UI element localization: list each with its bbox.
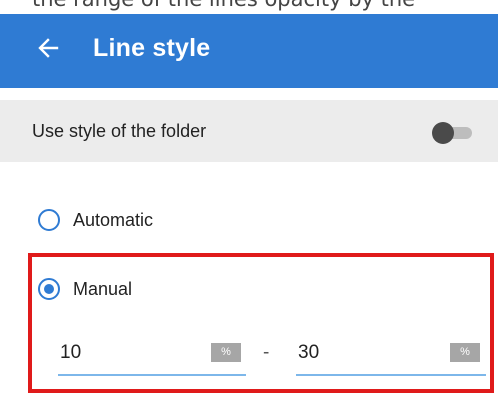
spacer — [0, 88, 498, 100]
cropped-instruction-text: the range of the lines opacity by the — [0, 0, 498, 14]
min-opacity-value: 10 — [60, 342, 82, 363]
radio-automatic-button[interactable] — [38, 209, 60, 231]
use-folder-style-label: Use style of the folder — [32, 121, 207, 141]
cropped-instruction-line: the range of the lines opacity by the — [32, 0, 415, 11]
radio-automatic-label: Automatic — [73, 209, 154, 230]
toggle-thumb — [432, 122, 454, 144]
min-opacity-field[interactable]: 10 % — [58, 340, 246, 380]
app-bar: Line style — [0, 14, 498, 88]
use-folder-style-row[interactable]: Use style of the folder — [0, 100, 498, 162]
back-button[interactable] — [32, 32, 64, 64]
arrow-left-icon — [38, 38, 59, 58]
min-percent-badge: % — [211, 343, 241, 362]
radio-automatic[interactable]: Automatic — [38, 209, 153, 231]
range-separator: - — [263, 342, 270, 363]
min-field-underline — [58, 374, 246, 376]
max-opacity-value: 30 — [298, 342, 320, 363]
max-opacity-field[interactable]: 30 % — [296, 340, 486, 380]
radio-manual[interactable]: Manual — [38, 278, 132, 300]
radio-manual-label: Manual — [73, 278, 133, 299]
page-title: Line style — [93, 34, 211, 62]
radio-manual-button[interactable] — [38, 278, 60, 300]
max-percent-badge: % — [450, 343, 480, 362]
max-field-underline — [296, 374, 486, 376]
use-folder-style-toggle[interactable] — [432, 122, 472, 144]
